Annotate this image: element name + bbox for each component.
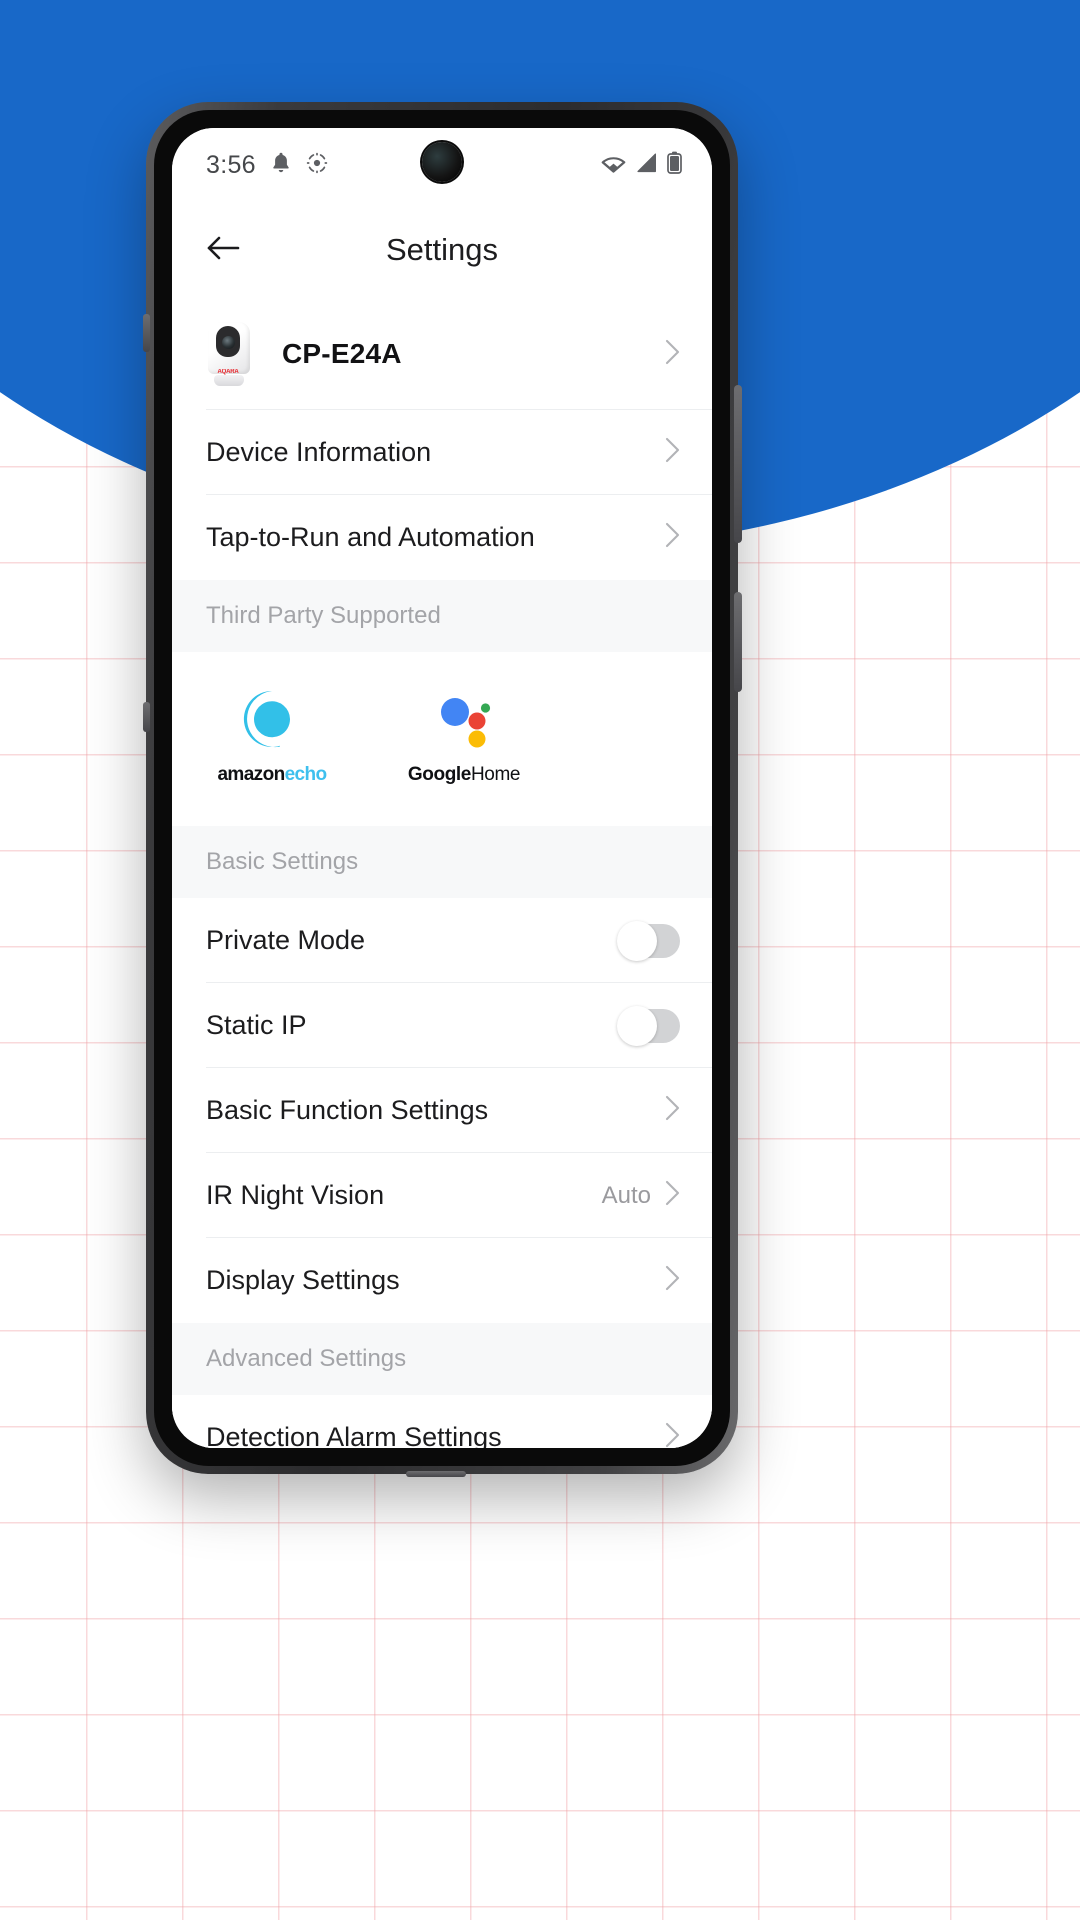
phone-bezel: 3:56 Settings AQARA CP-E24A Device Infor… — [154, 110, 730, 1466]
row-label: Display Settings — [206, 1265, 400, 1295]
cellular-signal-icon — [635, 153, 658, 178]
phone-screen: 3:56 Settings AQARA CP-E24A Device Infor… — [172, 128, 712, 1448]
section-header-advanced-settings: Advanced Settings — [172, 1323, 712, 1395]
device-row-right — [665, 339, 680, 370]
device-name: CP-E24A — [282, 338, 402, 369]
row-label: Static IP — [206, 1010, 307, 1040]
row-label: Device Information — [206, 437, 432, 467]
section-header-third-party: Third Party Supported — [172, 580, 712, 652]
phone-button-volume[interactable] — [734, 385, 742, 543]
setting-row-static-ip[interactable]: Static IP — [172, 983, 712, 1068]
chevron-right-icon — [665, 1265, 680, 1296]
setting-row-ir-night-vision[interactable]: IR Night Vision Auto — [172, 1153, 712, 1238]
third-party-item-google-home[interactable]: GoogleHome — [398, 686, 530, 786]
chevron-right-icon — [665, 1095, 680, 1126]
chevron-right-icon — [665, 437, 680, 468]
row-right — [617, 920, 680, 961]
row-right — [665, 437, 680, 468]
phone-frame: 3:56 Settings AQARA CP-E24A Device Infor… — [143, 102, 742, 1477]
chevron-right-icon — [665, 1422, 680, 1448]
phone-bottom-accent — [406, 1471, 467, 1477]
setting-row-basic-function-settings[interactable]: Basic Function Settings — [172, 1068, 712, 1153]
toggle-private-mode[interactable] — [617, 920, 680, 961]
security-camera-icon: AQARA — [206, 322, 252, 386]
screen-record-icon — [306, 152, 328, 179]
wifi-icon — [601, 153, 626, 178]
phone-button-power[interactable] — [734, 592, 742, 692]
row-right — [665, 1095, 680, 1126]
row-right — [665, 1422, 680, 1448]
setting-row-private-mode[interactable]: Private Mode — [172, 898, 712, 983]
row-label: IR Night Vision — [206, 1180, 385, 1210]
app-bar: Settings — [172, 202, 712, 298]
row-value-ir-night-vision: Auto — [601, 1181, 651, 1209]
row-label: Tap-to-Run and Automation — [206, 522, 535, 552]
row-right: Auto — [602, 1180, 680, 1211]
amazon-alexa-icon — [241, 686, 303, 752]
row-right — [617, 1005, 680, 1046]
settings-list: AQARA CP-E24A Device Information Tap-to-… — [172, 298, 712, 1448]
third-party-caption-google-home: GoogleHome — [407, 764, 521, 785]
setting-row-detection-alarm-settings[interactable]: Detection Alarm Settings — [172, 1395, 712, 1448]
status-bar-left: 3:56 — [206, 151, 328, 180]
page-title: Settings — [385, 232, 498, 267]
front-camera-punch-hole — [422, 142, 462, 182]
third-party-logos: amazonecho GoogleHome — [172, 652, 712, 826]
third-party-item-alexa[interactable]: amazonecho — [206, 686, 338, 786]
toggle-static-ip[interactable] — [617, 1005, 680, 1046]
row-right — [665, 1265, 680, 1296]
status-bar: 3:56 — [172, 128, 712, 202]
battery-icon — [667, 151, 682, 179]
menu-row-tap-to-run-and-automation[interactable]: Tap-to-Run and Automation — [172, 495, 712, 580]
bell-icon — [271, 152, 291, 179]
third-party-caption-alexa: amazonecho — [217, 764, 327, 785]
row-right — [665, 522, 680, 553]
phone-button-left-bottom[interactable] — [143, 702, 150, 732]
menu-row-device-information[interactable]: Device Information — [172, 410, 712, 495]
chevron-right-icon — [665, 1180, 680, 1211]
section-header-basic-settings: Basic Settings — [172, 826, 712, 898]
row-label: Detection Alarm Settings — [206, 1422, 502, 1448]
chevron-right-icon — [665, 339, 680, 370]
row-label: Basic Function Settings — [206, 1095, 489, 1125]
setting-row-display-settings[interactable]: Display Settings — [172, 1238, 712, 1323]
row-label: Private Mode — [206, 925, 366, 955]
status-bar-clock: 3:56 — [206, 150, 256, 179]
phone-button-left-top[interactable] — [143, 314, 150, 352]
google-assistant-icon — [433, 686, 495, 752]
status-bar-right — [601, 151, 682, 179]
chevron-right-icon — [665, 522, 680, 553]
device-row[interactable]: AQARA CP-E24A — [172, 298, 712, 410]
